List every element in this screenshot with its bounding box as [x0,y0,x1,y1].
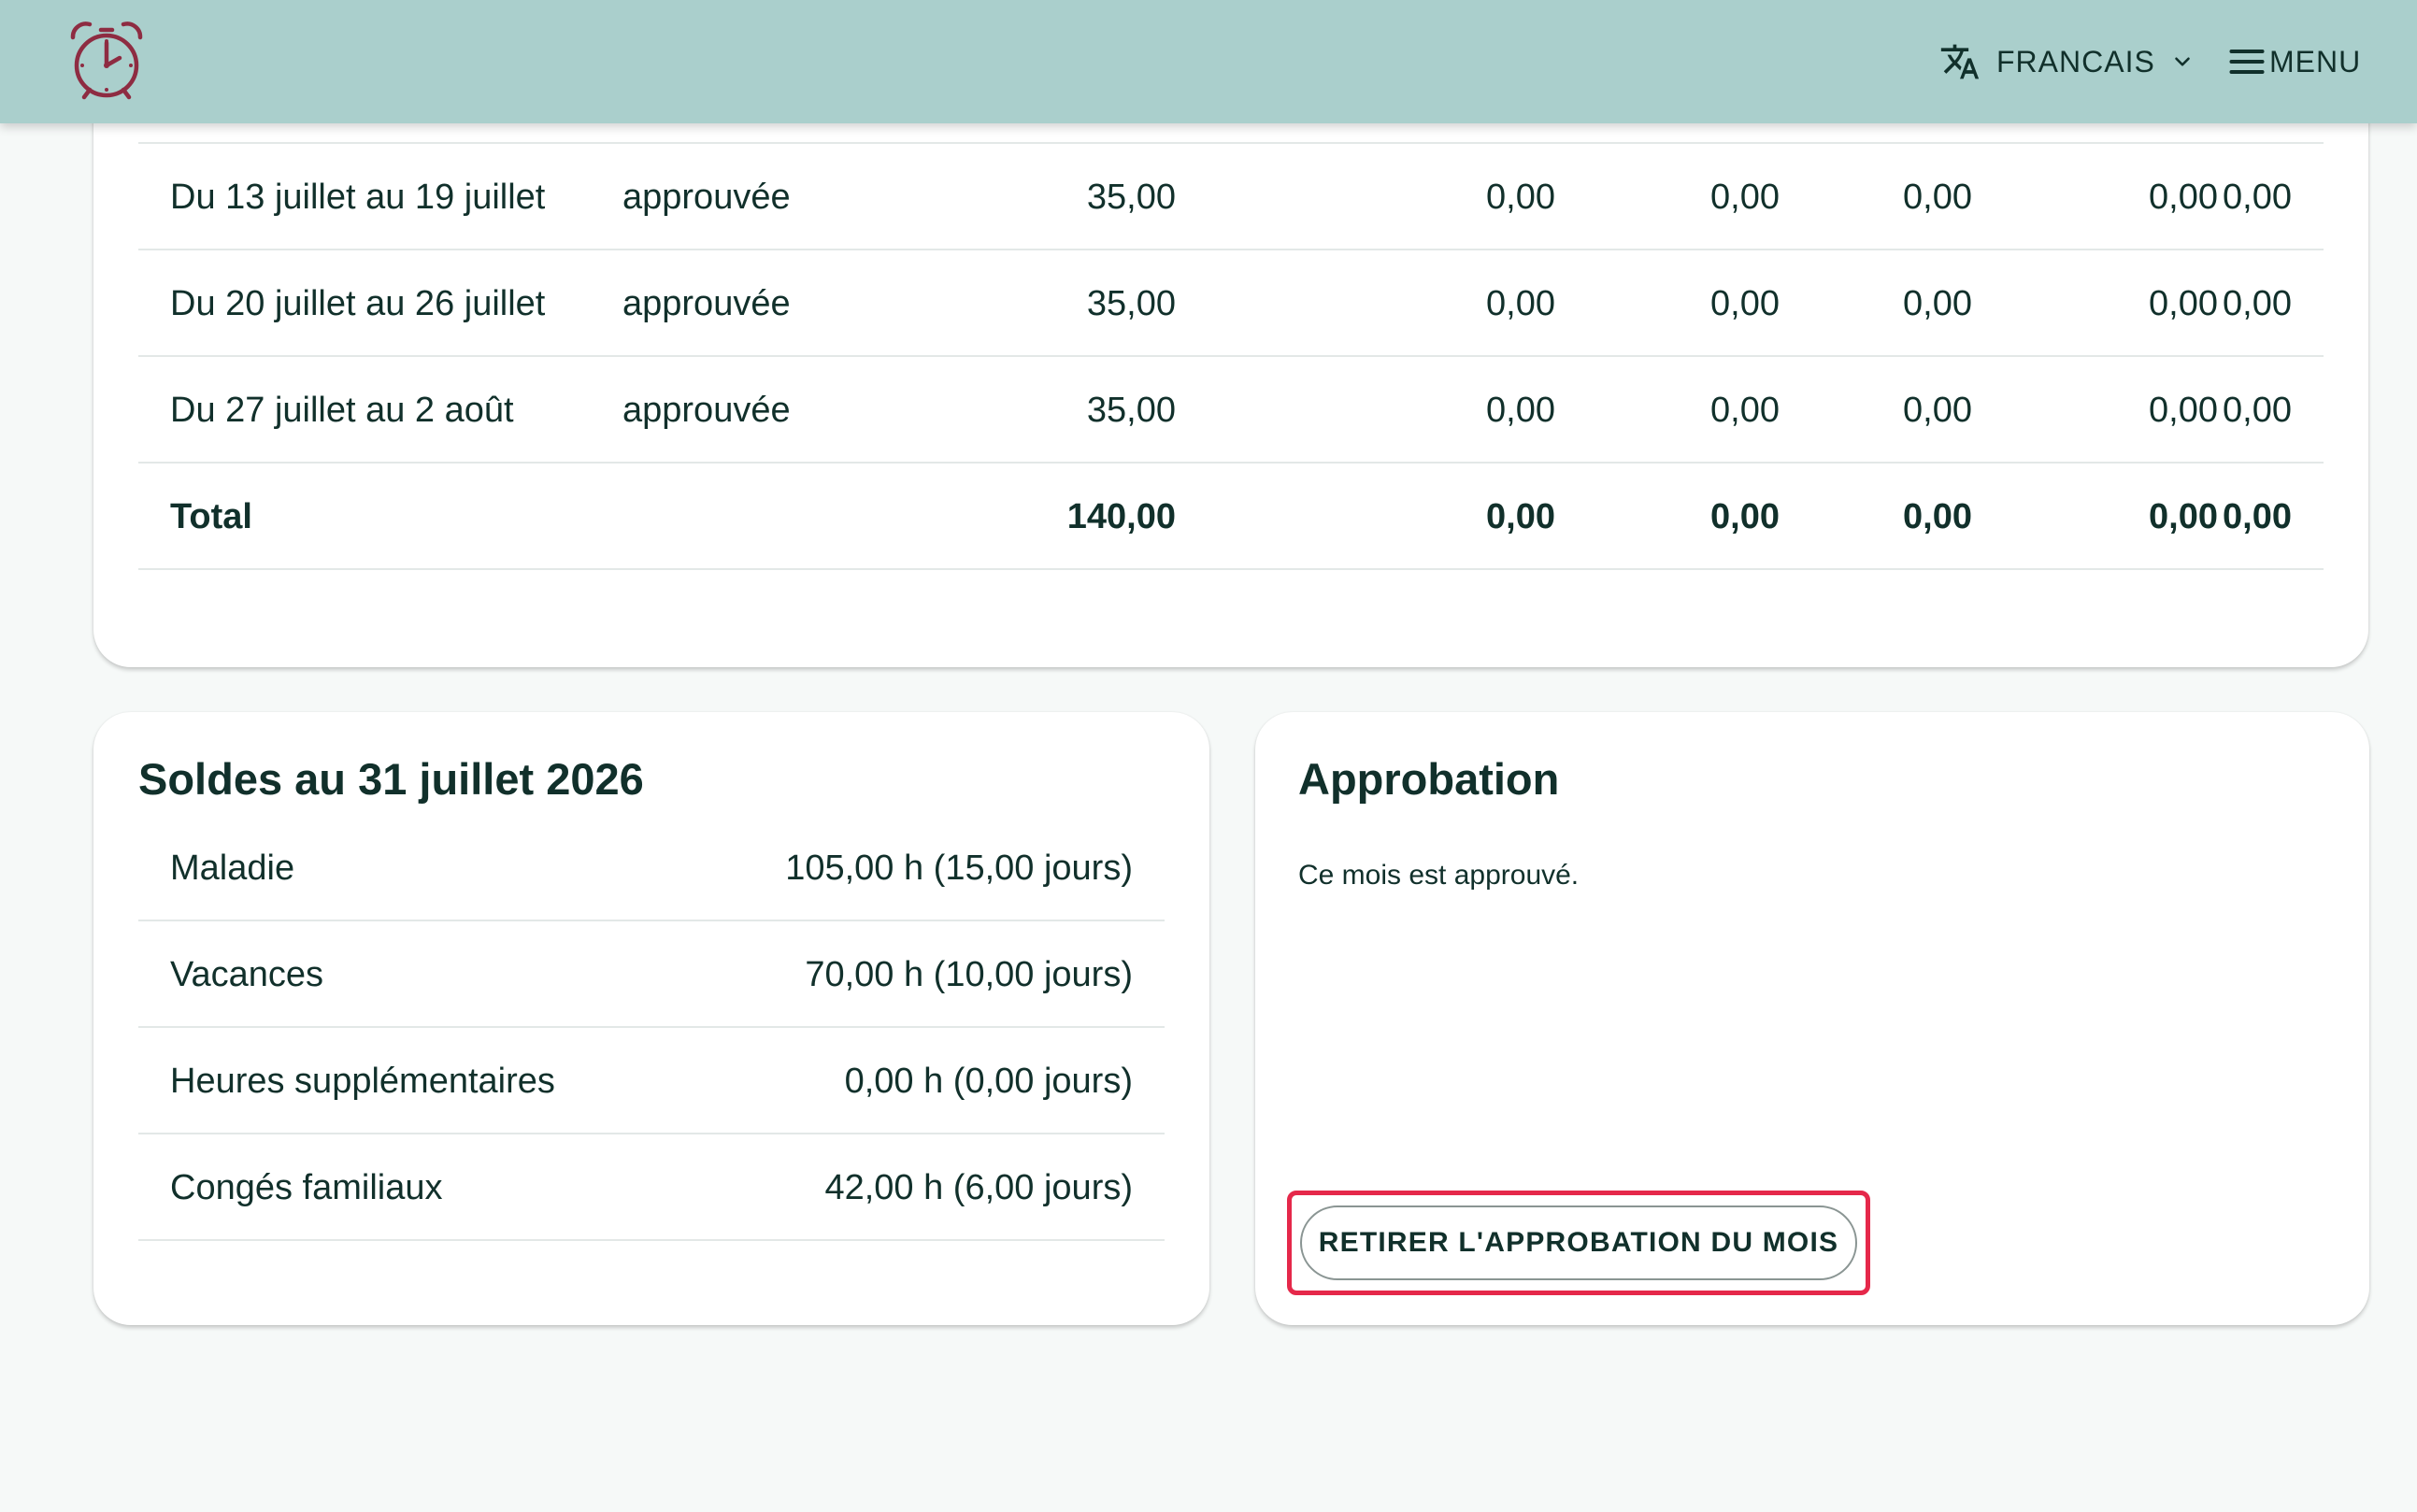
menu-label: MENU [2269,44,2362,78]
week-value: 0,00 [1903,178,1972,217]
approval-title: Approbation [1298,754,1560,804]
language-label: FRANCAIS [1996,44,2155,78]
total-hours: 140,00 [1066,497,1176,536]
table-row[interactable]: Du 13 juillet au 19 juillet approuvée 35… [138,144,2324,250]
balances-list: Maladie 105,00 h (15,00 jours) Vacances … [138,815,1165,1241]
list-item: Congés familiaux 42,00 h (6,00 jours) [138,1134,1165,1241]
week-value: 0,00 [2149,178,2218,217]
list-item: Maladie 105,00 h (15,00 jours) [138,815,1165,921]
table-row[interactable]: Du 20 juillet au 26 juillet approuvée 35… [138,250,2324,357]
balance-value: 105,00 h (15,00 jours) [785,849,1133,888]
language-selector[interactable]: FRANCAIS [1938,36,2195,88]
week-value: 0,00 [2149,391,2218,430]
week-value: 0,00 [1710,284,1780,323]
week-value: 0,00 [1903,391,1972,430]
list-item: Heures supplémentaires 0,00 h (0,00 jour… [138,1028,1165,1134]
hamburger-icon [2229,49,2265,75]
week-value: 0,00 [1486,284,1555,323]
week-status: approuvée [622,178,791,217]
approval-card: Approbation Ce mois est approuvé. RETIRE… [1255,712,2369,1325]
balances-card: Soldes au 31 juillet 2026 Maladie 105,00… [93,712,1209,1325]
week-value: 0,00 [2223,178,2292,217]
balance-label: Heures supplémentaires [170,1062,555,1101]
week-value: 0,00 [2223,391,2292,430]
list-item: Vacances 70,00 h (10,00 jours) [138,921,1165,1028]
week-value: 0,00 [2223,284,2292,323]
week-hours: 35,00 [1086,178,1176,217]
week-value: 0,00 [1710,391,1780,430]
balance-label: Vacances [170,955,324,994]
balance-value: 0,00 h (0,00 jours) [844,1062,1133,1101]
week-range: Du 13 juillet au 19 juillet [170,178,546,217]
balances-title: Soldes au 31 juillet 2026 [138,754,644,804]
week-status: approuvée [622,391,791,430]
week-value: 0,00 [1710,178,1780,217]
chevron-down-icon [2174,57,2190,66]
total-value: 0,00 [2149,497,2218,536]
week-hours: 35,00 [1086,284,1176,323]
translate-icon [1940,44,1980,79]
withdraw-approval-button[interactable]: RETIRER L'APPROBATION DU MOIS [1300,1205,1857,1280]
table-row[interactable]: Du 27 juillet au 2 août approuvée 35,00 … [138,357,2324,464]
balance-label: Congés familiaux [170,1168,443,1207]
total-label: Total [170,497,252,536]
total-value: 0,00 [1710,497,1780,536]
week-status: approuvée [622,284,791,323]
balance-value: 70,00 h (10,00 jours) [805,955,1133,994]
week-value: 0,00 [1486,178,1555,217]
week-range: Du 27 juillet au 2 août [170,391,514,430]
menu-button[interactable]: MENU [2226,36,2361,88]
week-hours: 35,00 [1086,391,1176,430]
week-value: 0,00 [1486,391,1555,430]
week-value: 0,00 [2149,284,2218,323]
total-value: 0,00 [1903,497,1972,536]
table-total-row: Total 140,00 0,00 0,00 0,00 0,00 0,00 [138,464,2324,570]
total-value: 0,00 [2223,497,2292,536]
balance-label: Maladie [170,849,295,888]
week-value: 0,00 [1903,284,1972,323]
total-value: 0,00 [1486,497,1555,536]
balance-value: 42,00 h (6,00 jours) [824,1168,1133,1207]
app-header: FRANCAIS MENU [0,0,2417,123]
approval-status-message: Ce mois est approuvé. [1298,860,1580,891]
alarm-clock-icon[interactable] [67,17,146,105]
week-range: Du 20 juillet au 26 juillet [170,284,546,323]
